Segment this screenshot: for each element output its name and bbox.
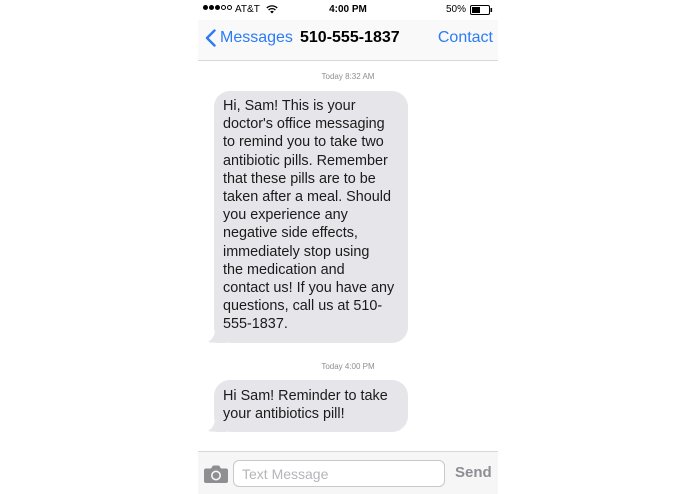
message-line: Hi Sam! Reminder to take [223,388,388,404]
camera-icon[interactable] [203,464,229,484]
message-line: Hi, Sam! This is your [223,98,356,114]
battery-percent: 50% [446,4,467,15]
back-button-label: Messages [220,29,293,46]
navigation-bar: Messages 510-555-1837 Contact [198,20,498,61]
message-text: Hi, Sam! This is your doctor's office me… [223,97,397,334]
message-line: questions, call us at 510- [223,298,383,315]
message-line: the medication and [223,261,345,278]
message-line: antibiotic pills. Remember [223,152,388,169]
send-button[interactable]: Send [455,464,492,481]
message-line: negative side effects, [223,225,358,242]
message-line: taken after a meal. Should [223,189,391,206]
message-line: 555-1837. [223,316,288,333]
message-text: Hi Sam! Reminder to take your antibiotic… [223,387,397,423]
phone-screen: AT&T 4:00 PM 50% Messages 510-555-1837 C… [198,0,498,494]
message-composer: Send [198,451,498,494]
incoming-message-bubble[interactable]: Hi, Sam! This is your doctor's office me… [208,91,408,343]
status-bar: AT&T 4:00 PM 50% [198,0,498,20]
message-line: that these pills are to be [223,170,376,187]
message-line: doctor's office messaging [223,116,385,133]
incoming-message-bubble[interactable]: Hi Sam! Reminder to take your antibiotic… [208,380,408,432]
back-button[interactable]: Messages [205,29,293,47]
message-line: to remind you to take two [223,134,384,151]
contact-button[interactable]: Contact [438,29,493,47]
message-line: contact us! If you have any [223,280,395,297]
message-line: your antibiotics pill! [223,406,345,423]
message-timestamp: Today 4:00 PM [321,362,375,371]
battery-icon [470,5,493,15]
conversation-title: 510-555-1837 [300,29,400,46]
message-input[interactable] [233,460,445,487]
message-line: immediately stop using [223,243,370,260]
message-timestamp: Today 8:32 AM [321,72,375,81]
chevron-left-icon [205,29,216,47]
message-line: you experience any [223,207,348,224]
